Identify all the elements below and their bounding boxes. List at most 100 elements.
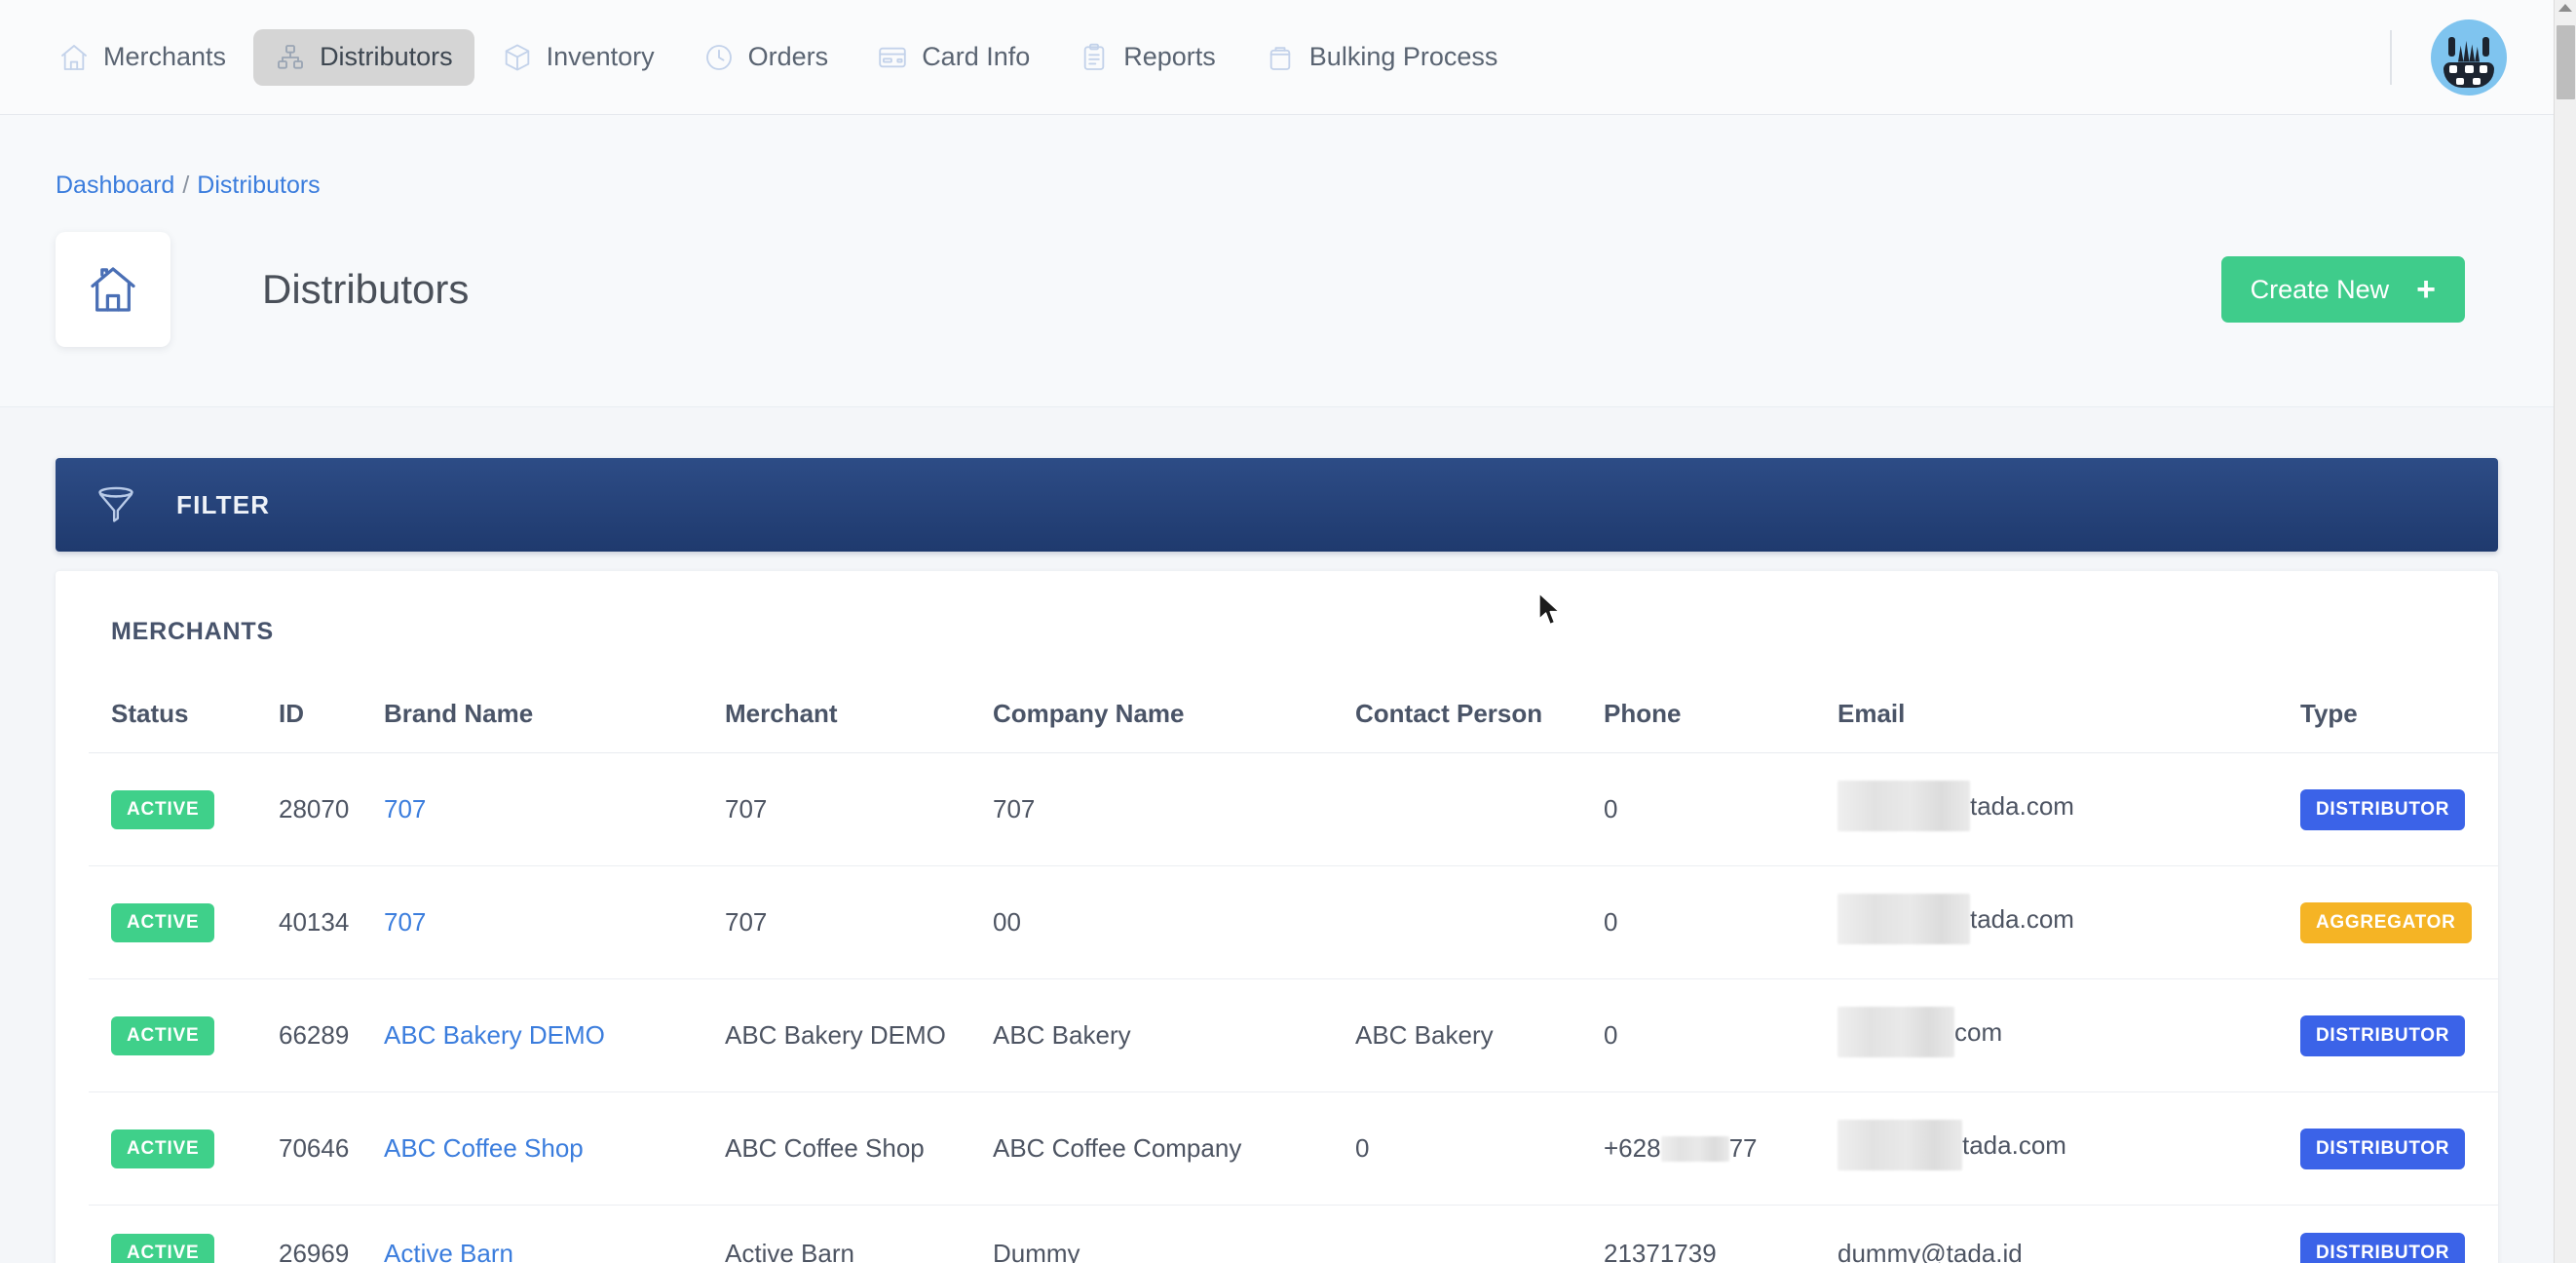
cell-brand-name[interactable]: ABC Coffee Shop	[361, 1091, 702, 1206]
breadcrumb-distributors[interactable]: Distributors	[197, 172, 320, 200]
cell-company-name: ABC Coffee Company	[970, 1091, 1333, 1206]
page-header: Dashboard / Distributors Distributors Cr…	[0, 115, 2554, 407]
email-value: dummy@tada.id	[1837, 1238, 2023, 1263]
status-badge: ACTIVE	[111, 1015, 215, 1055]
home-icon-card[interactable]	[56, 232, 170, 347]
row-id: 40134	[279, 907, 350, 937]
merchant-name: 707	[725, 794, 768, 823]
email-value: com	[1837, 1007, 2002, 1057]
cell-type: DISTRIBUTOR	[2278, 1091, 2498, 1206]
nav-item-label: Merchants	[103, 42, 227, 71]
row-id: 28070	[279, 794, 350, 823]
create-new-button[interactable]: Create New +	[2220, 256, 2465, 323]
cell-contact-person: ABC Bakery	[1333, 978, 1581, 1092]
app-viewport: Merchants Distributors Inventory Orders Card…	[0, 0, 2576, 1263]
brand-name-link[interactable]: 707	[384, 794, 426, 823]
type-badge: AGGREGATOR	[2300, 901, 2472, 943]
cell-brand-name[interactable]: 707	[361, 865, 702, 979]
phone-value: 0	[1604, 794, 1618, 823]
nav-item-label: Orders	[747, 42, 829, 71]
nav-item-bulking-process[interactable]: Bulking Process	[1243, 29, 1520, 86]
nav-item-inventory[interactable]: Inventory	[480, 29, 676, 86]
cube-icon	[502, 42, 533, 73]
brand-name-link[interactable]: ABC Coffee Shop	[384, 1133, 584, 1163]
email-suffix: tada.com	[1970, 790, 2074, 821]
cell-phone: 0	[1581, 752, 1815, 866]
filter-label: FILTER	[176, 489, 271, 519]
card-icon	[877, 42, 908, 73]
table-row[interactable]: ACTIVE 26969 Active Barn Active Barn Dummy 21…	[89, 1205, 2498, 1263]
cell-merchant: ABC Bakery DEMO	[702, 978, 970, 1092]
clock-icon	[703, 42, 735, 73]
row-id: 26969	[279, 1238, 350, 1263]
phone-value: +628 77	[1604, 1133, 1758, 1164]
table-row[interactable]: ACTIVE 70646 ABC Coffee Shop ABC Coffee Sho…	[89, 1091, 2498, 1206]
company-name: 00	[993, 907, 1021, 937]
table-body: ACTIVE 28070 707 707 707 0 tada.com DISTRIBUTOR…	[89, 752, 2498, 1263]
column-header-id[interactable]: ID	[256, 681, 361, 753]
nav-item-label: Inventory	[546, 42, 655, 71]
cell-contact-person	[1333, 752, 1581, 866]
redacted-email	[1837, 781, 1970, 831]
avatar-tooth	[2473, 77, 2481, 85]
column-header-merchant[interactable]: Merchant	[702, 681, 970, 753]
column-header-company-name[interactable]: Company Name	[970, 681, 1333, 753]
nav-item-merchants[interactable]: Merchants	[37, 29, 247, 86]
cell-id: 70646	[256, 1091, 361, 1206]
merchants-table-card: MERCHANTS Status ID Brand Name Merchant …	[56, 571, 2498, 1263]
merchants-section-title: MERCHANTS	[111, 618, 274, 645]
nav-item-reports[interactable]: Reports	[1057, 29, 1237, 86]
avatar-tooth	[2480, 64, 2487, 73]
status-badge: ACTIVE	[111, 902, 215, 942]
column-header-status[interactable]: Status	[89, 681, 256, 753]
brand-name-link[interactable]: 707	[384, 907, 426, 937]
phone-value: 0	[1604, 907, 1618, 937]
cell-type: DISTRIBUTOR	[2278, 752, 2498, 866]
table-header-row: Status ID Brand Name Merchant Company Na…	[89, 681, 2498, 753]
cell-id: 66289	[256, 978, 361, 1092]
scrollbar-thumb[interactable]	[2557, 25, 2575, 99]
cell-brand-name[interactable]: ABC Bakery DEMO	[361, 978, 702, 1092]
cell-status: ACTIVE	[89, 752, 256, 866]
breadcrumb: Dashboard / Distributors	[56, 172, 321, 200]
redacted-email	[1837, 1007, 1954, 1057]
nav-item-orders[interactable]: Orders	[682, 29, 851, 86]
avatar-eye-left	[2448, 36, 2455, 57]
page-scrollbar[interactable]	[2554, 0, 2576, 1263]
table-row[interactable]: ACTIVE 66289 ABC Bakery DEMO ABC Bakery DEM…	[89, 978, 2498, 1092]
top-navigation-bar: Merchants Distributors Inventory Orders Card…	[0, 0, 2554, 115]
phone-value: 0	[1604, 1020, 1618, 1050]
funnel-icon	[95, 483, 137, 526]
breadcrumb-dashboard[interactable]: Dashboard	[56, 172, 174, 200]
avatar[interactable]	[2431, 19, 2507, 96]
cell-brand-name[interactable]: Active Barn	[361, 1205, 702, 1263]
avatar-hair	[2458, 40, 2480, 62]
table-row[interactable]: ACTIVE 28070 707 707 707 0 tada.com DISTRIBUTOR	[89, 752, 2498, 866]
column-header-email[interactable]: Email	[1815, 681, 2278, 753]
filter-bar[interactable]: FILTER	[56, 458, 2498, 552]
avatar-tooth	[2456, 77, 2464, 85]
column-header-brand-name[interactable]: Brand Name	[361, 681, 702, 753]
brand-name-link[interactable]: Active Barn	[384, 1239, 513, 1263]
scrollbar-up-arrow-icon[interactable]	[2558, 4, 2572, 12]
cell-status: ACTIVE	[89, 1091, 256, 1206]
cell-contact-person: 0	[1333, 1091, 1581, 1206]
email-suffix: tada.com	[1962, 1129, 2066, 1160]
cell-type: AGGREGATOR	[2278, 865, 2498, 979]
type-badge: DISTRIBUTOR	[2300, 1128, 2466, 1169]
column-header-contact-person[interactable]: Contact Person	[1333, 681, 1581, 753]
cell-phone: +628 77	[1581, 1091, 1815, 1206]
table-row[interactable]: ACTIVE 40134 707 707 00 0 tada.com AGGREGATOR	[89, 865, 2498, 979]
merchant-name: Active Barn	[725, 1238, 854, 1263]
company-name: 707	[993, 794, 1036, 823]
column-header-phone[interactable]: Phone	[1581, 681, 1815, 753]
merchants-table: Status ID Brand Name Merchant Company Na…	[89, 681, 2498, 1263]
brand-name-link[interactable]: ABC Bakery DEMO	[384, 1020, 605, 1050]
nav-item-distributors[interactable]: Distributors	[253, 28, 474, 86]
email-suffix: tada.com	[1970, 903, 2074, 934]
nav-item-card-info[interactable]: Card Info	[855, 29, 1051, 86]
column-header-type[interactable]: Type	[2278, 681, 2498, 753]
cell-email: tada.com	[1815, 752, 2278, 866]
cell-brand-name[interactable]: 707	[361, 752, 702, 866]
row-id: 70646	[279, 1133, 350, 1163]
